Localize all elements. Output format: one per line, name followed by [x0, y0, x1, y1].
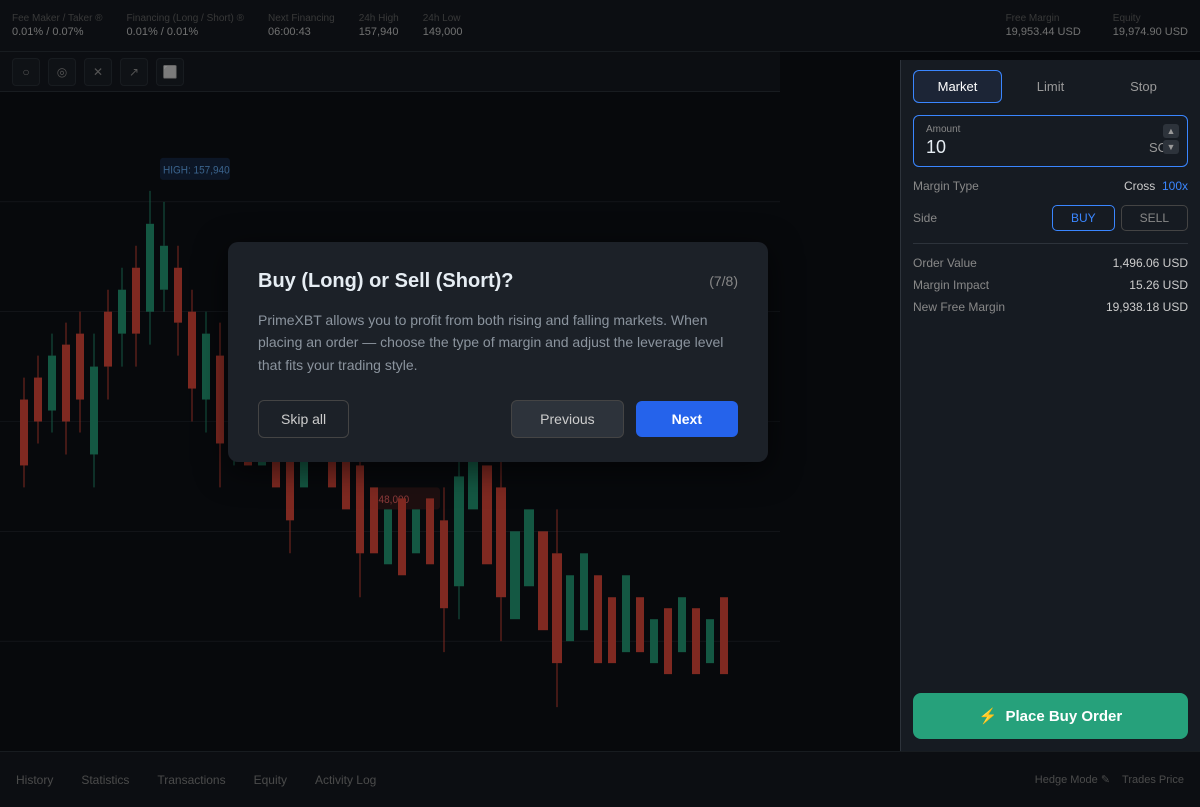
tab-stop[interactable]: Stop: [1099, 70, 1188, 103]
order-value-row: Order Value 1,496.06 USD: [913, 256, 1188, 270]
tutorial-title: Buy (Long) or Sell (Short)?: [258, 270, 514, 293]
side-label: Side: [913, 211, 937, 225]
place-buy-order-button[interactable]: ⚡ Place Buy Order: [913, 693, 1188, 739]
tutorial-counter: (7/8): [709, 273, 738, 289]
buy-button[interactable]: BUY: [1052, 205, 1115, 231]
margin-type-row: Margin Type Cross 100x: [913, 179, 1188, 193]
skip-all-button[interactable]: Skip all: [258, 400, 349, 438]
side-row: Side BUY SELL: [913, 205, 1188, 231]
tutorial-header: Buy (Long) or Sell (Short)? (7/8): [258, 270, 738, 293]
amount-down-button[interactable]: ▼: [1163, 140, 1179, 154]
order-values: Order Value 1,496.06 USD Margin Impact 1…: [913, 256, 1188, 314]
amount-label: Amount: [926, 124, 1175, 135]
tutorial-card: Buy (Long) or Sell (Short)? (7/8) PrimeX…: [228, 242, 768, 462]
margin-type-leverage[interactable]: 100x: [1162, 179, 1188, 193]
amount-arrows: ▲ ▼: [1163, 124, 1179, 154]
place-order-label: Place Buy Order: [1005, 708, 1122, 725]
margin-type-value: Cross 100x: [1124, 179, 1188, 193]
divider: [913, 243, 1188, 244]
amount-field: Amount 10 SOL ▲ ▼: [913, 115, 1188, 167]
sell-button[interactable]: SELL: [1121, 205, 1188, 231]
margin-type-label: Margin Type: [913, 179, 979, 193]
side-buttons: BUY SELL: [1052, 205, 1188, 231]
amount-up-button[interactable]: ▲: [1163, 124, 1179, 138]
order-value-label: Order Value: [913, 256, 977, 270]
order-body: Amount 10 SOL ▲ ▼ Margin Type Cross 100x…: [901, 103, 1200, 685]
order-type-tabs: Market Limit Stop: [901, 60, 1200, 103]
tab-market[interactable]: Market: [913, 70, 1002, 103]
next-button[interactable]: Next: [636, 401, 738, 437]
amount-value[interactable]: 10: [926, 137, 946, 158]
margin-impact-value: 15.26 USD: [1129, 278, 1188, 292]
tutorial-footer: Skip all Previous Next: [258, 400, 738, 438]
amount-row: 10 SOL: [926, 137, 1175, 158]
order-value-amount: 1,496.06 USD: [1113, 256, 1188, 270]
lightning-icon: ⚡: [979, 707, 998, 725]
tutorial-body: PrimeXBT allows you to profit from both …: [258, 309, 738, 376]
margin-impact-label: Margin Impact: [913, 278, 989, 292]
tab-limit[interactable]: Limit: [1006, 70, 1095, 103]
margin-type-cross: Cross: [1124, 179, 1155, 193]
margin-impact-row: Margin Impact 15.26 USD: [913, 278, 1188, 292]
order-panel: Market Limit Stop Amount 10 SOL ▲ ▼ Marg…: [900, 60, 1200, 751]
new-free-margin-value: 19,938.18 USD: [1106, 300, 1188, 314]
new-free-margin-row: New Free Margin 19,938.18 USD: [913, 300, 1188, 314]
previous-button[interactable]: Previous: [511, 400, 623, 438]
new-free-margin-label: New Free Margin: [913, 300, 1005, 314]
